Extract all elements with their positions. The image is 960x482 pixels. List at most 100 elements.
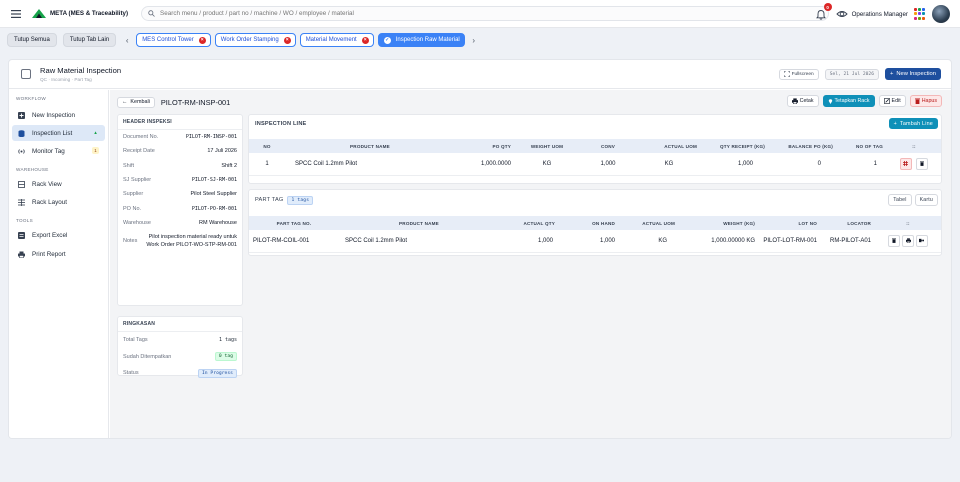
tab-label: Material Movement bbox=[305, 37, 357, 43]
notification-button[interactable]: 0 bbox=[815, 3, 832, 21]
sidebar-item-print-report[interactable]: Print Report bbox=[12, 246, 105, 262]
tab-work-order-stamping[interactable]: Work Order Stamping × bbox=[214, 33, 296, 47]
close-icon[interactable]: × bbox=[361, 36, 369, 44]
sidebar-item-rack-layout[interactable]: Rack Layout bbox=[12, 194, 105, 210]
summary-value: 1 tags bbox=[218, 337, 237, 344]
document-title: PILOT-RM-INSP-001 bbox=[160, 97, 231, 107]
cell-locator: RM-PILOT-A01 bbox=[821, 230, 875, 253]
tab-mes-control-tower[interactable]: MES Control Tower × bbox=[136, 33, 211, 47]
column-header: CONV bbox=[579, 139, 637, 153]
field-row: Receipt Date 17 Juli 2026 bbox=[118, 144, 242, 158]
new-inspection-button[interactable]: + New Inspection bbox=[884, 68, 941, 80]
column-header: WEIGHT UOM bbox=[515, 139, 579, 153]
delete-row-button[interactable] bbox=[916, 157, 929, 170]
plus-square-icon bbox=[18, 111, 25, 119]
field-row: Document No. PILOT-RM-INSP-001 bbox=[118, 130, 242, 144]
summary-label: Sudah Ditempatkan bbox=[123, 353, 172, 360]
plus-icon: + bbox=[893, 120, 897, 127]
delete-button[interactable]: Hapus bbox=[909, 95, 942, 107]
panel-title: PART TAG bbox=[255, 197, 284, 203]
apps-grid-icon[interactable] bbox=[914, 8, 926, 20]
field-value: 17 Juli 2026 bbox=[207, 148, 237, 155]
cell-lot: PILOT-LOT-RM-001 bbox=[759, 230, 821, 253]
edit-label: Edit bbox=[891, 98, 901, 104]
assign-rack-button[interactable]: Tetapkan Rack bbox=[822, 95, 875, 107]
tab-label: MES Control Tower bbox=[142, 37, 194, 43]
field-value: PILOT-RM-INSP-001 bbox=[185, 134, 237, 141]
sidebar-item-export-excel[interactable]: Export Excel bbox=[12, 227, 105, 243]
search-icon bbox=[148, 10, 155, 17]
add-line-label: Tambah Line bbox=[899, 120, 933, 127]
trash-icon bbox=[920, 161, 925, 167]
layout-icon bbox=[18, 198, 25, 206]
status-badge: ▲ bbox=[93, 130, 98, 135]
field-label: Receipt Date bbox=[123, 148, 155, 155]
cell-qty-receipt: 1,000 bbox=[701, 153, 769, 176]
cell-balance: 0 bbox=[769, 153, 837, 176]
card-view-button[interactable]: Kartu bbox=[914, 194, 938, 206]
close-icon[interactable]: × bbox=[283, 36, 291, 44]
close-other-tabs-button[interactable]: Tutup Tab Lain bbox=[62, 33, 117, 47]
field-row: SJ Supplier PILOT-SJ-RM-001 bbox=[118, 173, 242, 187]
cell-no: 1 bbox=[249, 153, 285, 176]
sidebar-item-rack-view[interactable]: Rack View bbox=[12, 176, 105, 192]
close-all-tabs-button[interactable]: Tutup Semua bbox=[7, 33, 57, 47]
search-input[interactable] bbox=[160, 10, 801, 17]
tab-strip: Tutup Semua Tutup Tab Lain ‹ MES Control… bbox=[0, 28, 960, 52]
delete-tag-button[interactable] bbox=[888, 234, 901, 247]
edit-button[interactable]: Edit bbox=[878, 95, 906, 107]
column-header: :: bbox=[887, 139, 941, 153]
menu-icon[interactable] bbox=[9, 7, 23, 21]
close-icon[interactable]: × bbox=[198, 36, 206, 44]
table-row[interactable]: 1 SPCC Coil 1.2mm Pilot 1,000.0000 KG 1,… bbox=[249, 153, 941, 176]
global-search[interactable] bbox=[141, 6, 830, 21]
column-header: NO bbox=[249, 139, 285, 153]
user-name[interactable]: Operations Manager bbox=[852, 11, 908, 18]
cell-actual-uom: KG bbox=[637, 153, 701, 176]
visibility-toggle[interactable] bbox=[835, 8, 848, 20]
field-value: PILOT-PO-RM-001 bbox=[191, 205, 237, 212]
status-badge: In Progress bbox=[197, 368, 237, 378]
print-tag-button[interactable] bbox=[902, 234, 914, 247]
table-view-button[interactable]: Tabel bbox=[888, 194, 912, 206]
column-header: WEIGHT (KG) bbox=[679, 216, 759, 230]
count-badge: 1 bbox=[92, 147, 99, 154]
tab-inspection-raw-material[interactable]: ✓ Inspection Raw Material bbox=[377, 33, 465, 47]
app-logo[interactable]: META (MES & Traceability) bbox=[32, 9, 128, 18]
field-value: RM Warehouse bbox=[198, 219, 237, 226]
content-area: ← Kembali PILOT-RM-INSP-001 Cetak Tetapk… bbox=[110, 90, 951, 438]
sidebar-item-new-inspection[interactable]: New Inspection bbox=[12, 107, 105, 123]
sidebar-item-label: Rack Layout bbox=[32, 198, 68, 206]
cell-weight: 1,000.00000 KG bbox=[679, 230, 759, 253]
column-header: ACTUAL UOM bbox=[637, 139, 701, 153]
printer-icon bbox=[18, 251, 25, 258]
sidebar-item-monitor-tag[interactable]: Monitor Tag 1 bbox=[12, 143, 105, 159]
chevron-left-icon[interactable]: ‹ bbox=[122, 33, 132, 47]
back-label: Kembali bbox=[130, 99, 150, 105]
print-button[interactable]: Cetak bbox=[786, 95, 819, 107]
field-row: Shift Shift 2 bbox=[118, 159, 242, 173]
chevron-right-icon[interactable]: › bbox=[469, 33, 479, 47]
table-row[interactable]: PILOT-RM-COIL-001 SPCC Coil 1.2mm Pilot … bbox=[249, 230, 941, 253]
inspection-icon bbox=[21, 69, 31, 79]
summary-row: Sudah Ditempatkan 0 tag bbox=[118, 349, 242, 366]
sidebar-item-inspection-list[interactable]: Inspection List ▲ bbox=[12, 125, 105, 141]
field-row: Notes Pilot inspection material ready unt… bbox=[118, 230, 242, 252]
edit-icon bbox=[883, 98, 890, 104]
move-tag-button[interactable] bbox=[915, 234, 928, 247]
summary-row: Status In Progress bbox=[118, 365, 242, 382]
tab-material-movement[interactable]: Material Movement × bbox=[299, 33, 374, 47]
sidebar-item-label: Monitor Tag bbox=[32, 147, 65, 155]
cell-conv: 1,000 bbox=[579, 153, 637, 176]
tags-button[interactable] bbox=[899, 157, 912, 170]
column-header: PRODUCT NAME bbox=[285, 139, 455, 153]
add-line-button[interactable]: + Tambah Line bbox=[888, 118, 938, 129]
back-button[interactable]: ← Kembali bbox=[117, 96, 155, 108]
location-pin-icon bbox=[828, 99, 832, 104]
sidebar-item-label: Inspection List bbox=[32, 129, 73, 137]
fullscreen-button[interactable]: Fullscreen bbox=[778, 68, 819, 80]
sidebar-item-label: New Inspection bbox=[32, 111, 76, 119]
cell-actions bbox=[875, 230, 941, 253]
tag-count-badge: 1 tags bbox=[287, 195, 314, 205]
user-avatar[interactable] bbox=[932, 5, 950, 23]
